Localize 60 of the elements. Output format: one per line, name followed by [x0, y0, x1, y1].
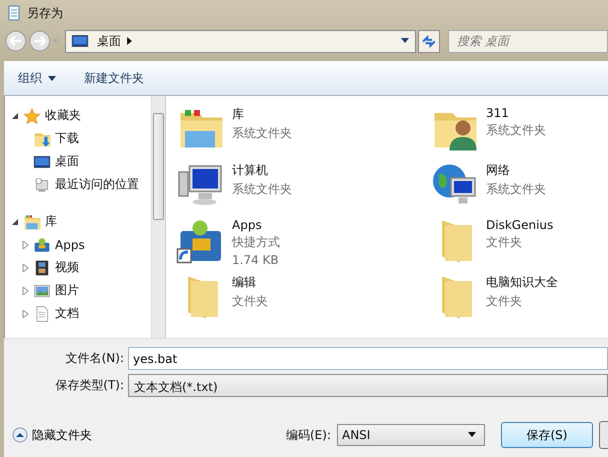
forward-button[interactable]: [28, 29, 50, 53]
collapsed-arrow-icon[interactable]: [21, 264, 29, 272]
filename-field[interactable]: yes.bat: [128, 347, 608, 370]
search-field[interactable]: 搜索 桌面: [448, 30, 608, 52]
file-type-dropdown[interactable]: 文本文档(*.txt): [128, 374, 608, 397]
sidebar-item[interactable]: 最近访问的位置: [55, 176, 139, 193]
collapsed-arrow-icon[interactable]: [21, 286, 29, 294]
sidebar-item[interactable]: 下载: [55, 130, 79, 147]
window-title: 另存为: [27, 4, 63, 22]
field-label: 保存类型(T):: [54, 377, 124, 394]
file-name[interactable]: DiskGenius: [486, 218, 554, 232]
file-type: 系统文件夹: [232, 125, 292, 142]
refresh-button[interactable]: [418, 30, 440, 52]
file-type: 系统文件夹: [486, 181, 546, 198]
file-name[interactable]: 311: [486, 106, 546, 120]
sidebar-item[interactable]: 收藏夹: [45, 107, 81, 124]
file-name[interactable]: 计算机: [232, 162, 292, 179]
new-folder-button[interactable]: 新建文件夹: [80, 68, 148, 88]
collapse-up-icon[interactable]: [12, 427, 28, 443]
scrollbar-thumb[interactable]: [153, 113, 164, 220]
file-name[interactable]: 电脑知识大全: [486, 274, 558, 291]
sidebar-item[interactable]: 视频: [55, 259, 79, 276]
sidebar-item[interactable]: 库: [45, 213, 57, 230]
dropdown-arrow-icon[interactable]: [468, 432, 476, 438]
breadcrumb-item[interactable]: 桌面: [97, 32, 122, 50]
expanded-arrow-icon[interactable]: [11, 112, 19, 120]
collapsed-arrow-icon[interactable]: [21, 310, 29, 318]
file-size: 1.74 KB: [232, 253, 280, 267]
file-name[interactable]: 库: [232, 106, 292, 123]
encoding-label: 编码(E):: [286, 426, 331, 444]
film-icon: [33, 258, 51, 276]
collapsed-arrow-icon[interactable]: [21, 240, 29, 248]
sidebar-item[interactable]: 文档: [55, 305, 79, 322]
expanded-arrow-icon[interactable]: [11, 218, 19, 226]
file-type: 文件夹: [486, 293, 523, 310]
file-type: 文件夹: [486, 234, 523, 251]
file-type: 系统文件夹: [486, 122, 546, 139]
hide-folders-button[interactable]: 隐藏文件夹: [4, 426, 92, 444]
library-folder-icon: [23, 212, 41, 230]
file-name[interactable]: Apps: [232, 218, 280, 232]
file-name[interactable]: 编辑: [232, 274, 268, 291]
notepad-icon: [6, 4, 22, 22]
back-button[interactable]: [5, 29, 27, 53]
file-type: 快捷方式: [232, 234, 280, 251]
save-button[interactable]: 保存(S): [501, 422, 593, 448]
encoding-dropdown[interactable]: ANSI: [337, 424, 485, 446]
dropdown-arrow-icon[interactable]: [401, 38, 410, 44]
scrollbar[interactable]: [151, 96, 165, 338]
field-label: 文件名(N):: [64, 350, 124, 367]
address-bar[interactable]: 桌面: [65, 30, 416, 52]
caret-icon[interactable]: [48, 76, 56, 80]
sidebar-item[interactable]: 图片: [55, 282, 79, 299]
file-type: 系统文件夹: [232, 181, 292, 198]
breadcrumb-arrow-icon[interactable]: [127, 37, 132, 45]
organize-menu[interactable]: 组织: [14, 68, 60, 88]
file-name[interactable]: 网络: [486, 162, 546, 179]
star-icon: [23, 106, 41, 124]
file-type: 文件夹: [232, 293, 268, 310]
sidebar-item[interactable]: 桌面: [55, 153, 79, 170]
sidebar-item[interactable]: Apps: [55, 238, 85, 252]
